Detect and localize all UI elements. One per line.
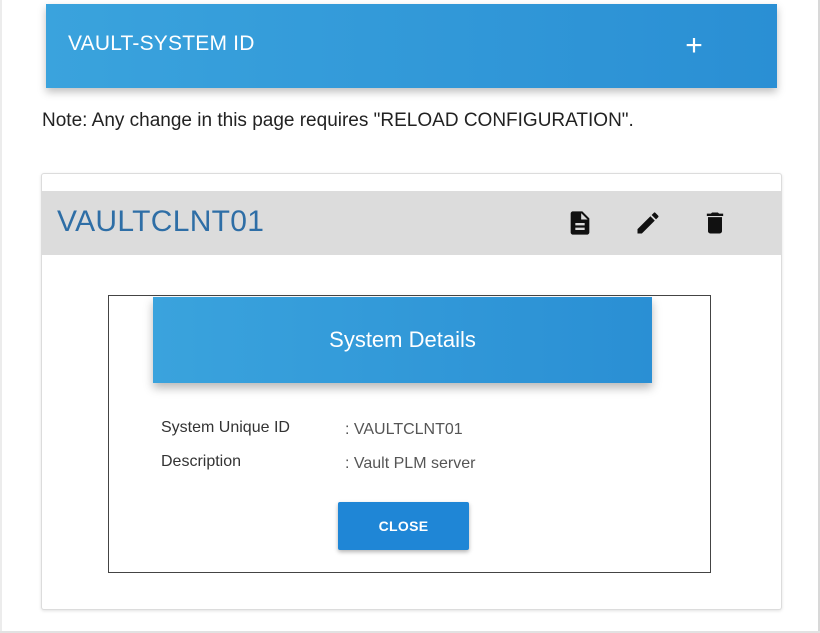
document-icon bbox=[570, 211, 590, 235]
section-header-bar: VAULT-SYSTEM ID + bbox=[46, 4, 777, 88]
edit-button[interactable] bbox=[634, 209, 662, 237]
description-value: : Vault PLM server bbox=[345, 455, 476, 472]
system-id-label: System Unique ID bbox=[161, 419, 290, 436]
dialog-header: System Details bbox=[153, 297, 652, 383]
system-card-title: VAULTCLNT01 bbox=[57, 205, 265, 238]
reload-note: Note: Any change in this page requires "… bbox=[42, 110, 634, 131]
add-button[interactable]: + bbox=[674, 26, 714, 66]
system-details-dialog: System Details System Unique ID : VAULTC… bbox=[108, 295, 711, 573]
page: VAULT-SYSTEM ID + Note: Any change in th… bbox=[0, 0, 820, 633]
close-button[interactable]: CLOSE bbox=[338, 502, 469, 550]
system-card: VAULTCLNT01 System Details System Unique… bbox=[41, 173, 782, 610]
delete-button[interactable] bbox=[701, 209, 729, 237]
plus-icon: + bbox=[685, 29, 703, 62]
edit-pencil-icon bbox=[637, 212, 659, 234]
description-label: Description bbox=[161, 453, 242, 470]
trash-icon bbox=[706, 212, 724, 234]
dialog-title: System Details bbox=[329, 327, 476, 352]
section-title: VAULT-SYSTEM ID bbox=[68, 32, 255, 55]
system-card-header: VAULTCLNT01 bbox=[42, 191, 781, 255]
system-id-value: : VAULTCLNT01 bbox=[345, 421, 463, 438]
view-details-button[interactable] bbox=[566, 209, 594, 237]
frame-border-left bbox=[0, 0, 2, 633]
